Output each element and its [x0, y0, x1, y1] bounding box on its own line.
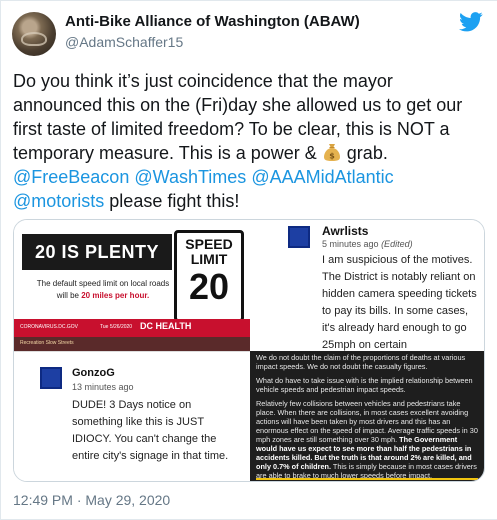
- comment-time: 13 minutes ago: [72, 382, 134, 392]
- twitter-bird-icon[interactable]: [459, 11, 483, 33]
- author-name[interactable]: Anti-Bike Alliance of Washington (ABAW): [65, 13, 360, 30]
- dc-subtext-highlight: 20 miles per hour.: [81, 291, 150, 300]
- svg-text:$: $: [329, 152, 335, 161]
- highlight-underline: [256, 478, 478, 480]
- comment-time: 5 minutes ago (Edited): [322, 239, 413, 249]
- sign-line-limit: LIMIT: [190, 251, 228, 267]
- tweet-card: Anti-Bike Alliance of Washington (ABAW) …: [0, 0, 497, 520]
- commenter-avatar: [288, 226, 310, 248]
- comment-time-value: 5 minutes ago: [322, 239, 379, 249]
- avatar[interactable]: [12, 12, 56, 56]
- article-excerpt: We do not doubt the claim of the proport…: [250, 351, 484, 481]
- article-paragraph: We do not doubt the claim of the proport…: [256, 353, 466, 371]
- article-paragraph: What do have to take issue with is the i…: [256, 376, 473, 394]
- dc-health-logo: DC HEALTH: [140, 321, 192, 331]
- commenter-avatar: [40, 367, 62, 389]
- mention-aaamidatlantic[interactable]: @AAAMidAtlantic: [251, 167, 393, 187]
- article-paragraph: Relatively few collisions between vehicl…: [256, 399, 480, 480]
- mention-motorists[interactable]: @motorists: [13, 191, 104, 211]
- dc-subtext: The default speed limit on local roads w…: [28, 278, 178, 302]
- dc-bottom-label: Recreation Slow Streets: [20, 340, 74, 346]
- sign-number: 20: [188, 266, 230, 307]
- tweet-timestamp[interactable]: 12:49 PM · May 29, 2020: [13, 492, 170, 508]
- comment-gonzog: GonzoG 13 minutes ago DUDE! 3 Days notic…: [14, 351, 250, 481]
- sign-line-speed: SPEED: [185, 236, 233, 252]
- tweet-text: Do you think it’s just coincidence that …: [13, 69, 483, 213]
- comment-edited: (Edited): [381, 239, 413, 249]
- commenter-name: GonzoG: [72, 367, 115, 379]
- dc-date: Tue 5/26/2020: [100, 324, 133, 330]
- mention-washtimes[interactable]: @WashTimes: [134, 167, 246, 187]
- comment-text: I am suspicious of the motives. The Dist…: [322, 254, 477, 351]
- dc-bottom-strip: Recreation Slow Streets: [14, 337, 250, 351]
- dc-subtext-line-2: will be: [56, 291, 82, 300]
- comment-awrlists: Awrlists 5 minutes ago (Edited) I am sus…: [250, 220, 484, 351]
- mention-freebeacon[interactable]: @FreeBeacon: [13, 167, 129, 187]
- commenter-name: Awrlists: [322, 224, 369, 238]
- author-handle[interactable]: @AdamSchaffer15: [65, 34, 183, 50]
- avatar-bike-shape: [21, 32, 47, 46]
- money-bag-icon: $: [323, 144, 340, 161]
- tweet-body: Do you think it’s just coincidence that …: [13, 71, 463, 163]
- tweet-body-end: please fight this!: [104, 191, 240, 211]
- media-image[interactable]: 20 IS PLENTY SPEED LIMIT 20 The default …: [13, 219, 485, 482]
- dc-url: CORONAVIRUS.DC.GOV: [20, 324, 78, 330]
- plenty-headline: 20 IS PLENTY: [22, 234, 172, 270]
- dc-subtext-line: The default speed limit on local roads: [36, 279, 170, 288]
- dc-speed-graphic: 20 IS PLENTY SPEED LIMIT 20 The default …: [14, 220, 250, 351]
- tweet-body-grab: grab.: [341, 143, 388, 163]
- comment-text: DUDE! 3 Days notice on something like th…: [72, 399, 229, 462]
- speed-limit-sign: SPEED LIMIT 20: [174, 230, 244, 322]
